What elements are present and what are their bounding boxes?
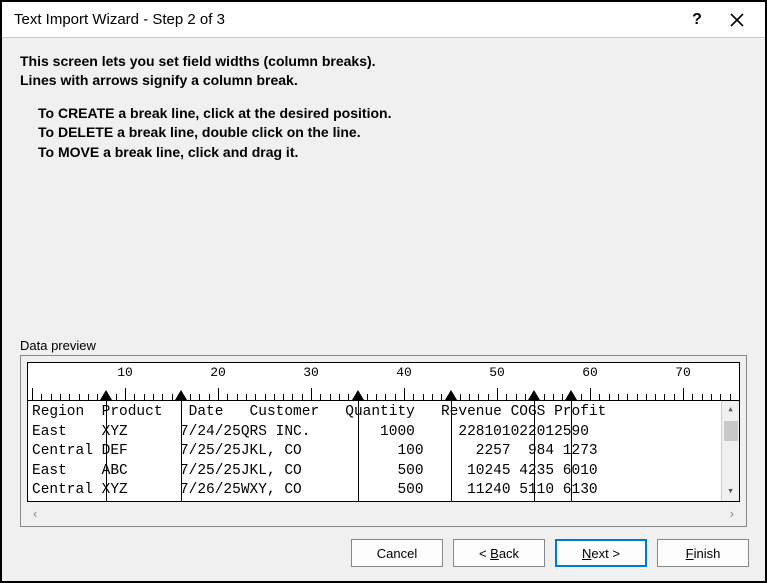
break-line[interactable] <box>358 401 359 501</box>
intro-line-1: This screen lets you set field widths (c… <box>20 52 747 71</box>
cancel-label: Cancel <box>377 546 417 561</box>
finish-label: Finish <box>686 546 721 561</box>
data-row: Central DEF 7/25/25JKL, CO 100 2257 984 … <box>32 442 739 462</box>
break-line[interactable] <box>181 401 182 501</box>
next-label: Next > <box>582 546 620 561</box>
break-arrow-icon[interactable] <box>528 390 540 400</box>
data-preview-group: Data preview 10 20 30 40 50 60 70 Region Produ… <box>20 338 747 527</box>
back-button[interactable]: < Back <box>453 539 545 567</box>
data-row: Central XYZ 7/26/25WXY, CO 500 11240 511… <box>32 481 739 501</box>
help-button[interactable]: ? <box>677 6 717 34</box>
data-preview[interactable]: Region Product Date Customer Quantity Re… <box>27 400 740 502</box>
scroll-left-icon[interactable]: ‹ <box>33 506 37 521</box>
instruction-create: To CREATE a break line, click at the des… <box>38 104 747 124</box>
ruler-label: 40 <box>396 365 412 380</box>
break-arrow-icon[interactable] <box>100 390 112 400</box>
instructions: To CREATE a break line, click at the des… <box>20 104 747 163</box>
intro-line-2: Lines with arrows signify a column break… <box>20 71 747 90</box>
break-arrow-icon[interactable] <box>445 390 457 400</box>
ruler-label: 30 <box>303 365 319 380</box>
vertical-scrollbar[interactable]: ▴ ▾ <box>721 401 739 501</box>
next-button[interactable]: Next > <box>555 539 647 567</box>
break-arrow-icon[interactable] <box>175 390 187 400</box>
titlebar: Text Import Wizard - Step 2 of 3 ? <box>2 2 765 38</box>
instruction-delete: To DELETE a break line, double click on … <box>38 123 747 143</box>
scroll-down-icon[interactable]: ▾ <box>722 483 739 501</box>
ruler-label: 10 <box>117 365 133 380</box>
data-row: East XYZ 7/24/25QRS INC. 1000 2281010220… <box>32 423 739 443</box>
content-area: This screen lets you set field widths (c… <box>2 38 765 527</box>
ruler-label: 20 <box>210 365 226 380</box>
break-line[interactable] <box>106 401 107 501</box>
data-preview-label: Data preview <box>20 338 747 353</box>
ruler[interactable]: 10 20 30 40 50 60 70 <box>27 362 740 400</box>
back-label: < Back <box>479 546 519 561</box>
close-button[interactable] <box>717 6 757 34</box>
window-title: Text Import Wizard - Step 2 of 3 <box>14 11 677 28</box>
finish-button[interactable]: Finish <box>657 539 749 567</box>
break-line[interactable] <box>571 401 572 501</box>
horizontal-scrollbar[interactable]: ‹ › <box>27 504 740 522</box>
data-row: Region Product Date Customer Quantity Re… <box>32 403 739 423</box>
ruler-label: 60 <box>582 365 598 380</box>
close-icon <box>730 13 744 27</box>
scroll-up-icon[interactable]: ▴ <box>722 401 739 419</box>
instruction-move: To MOVE a break line, click and drag it. <box>38 143 747 163</box>
break-line[interactable] <box>534 401 535 501</box>
preview-frame: 10 20 30 40 50 60 70 Region Product Date Custo… <box>20 355 747 527</box>
scroll-right-icon[interactable]: › <box>730 506 734 521</box>
button-row: Cancel < Back Next > Finish <box>2 527 765 581</box>
scroll-thumb[interactable] <box>724 421 738 441</box>
break-arrow-icon[interactable] <box>352 390 364 400</box>
ruler-label: 50 <box>489 365 505 380</box>
cancel-button[interactable]: Cancel <box>351 539 443 567</box>
data-row: East ABC 7/25/25JKL, CO 500 10245 4235 6… <box>32 462 739 482</box>
break-line[interactable] <box>451 401 452 501</box>
ruler-label: 70 <box>675 365 691 380</box>
break-arrow-icon[interactable] <box>565 390 577 400</box>
wizard-dialog: Text Import Wizard - Step 2 of 3 ? This … <box>0 0 767 583</box>
